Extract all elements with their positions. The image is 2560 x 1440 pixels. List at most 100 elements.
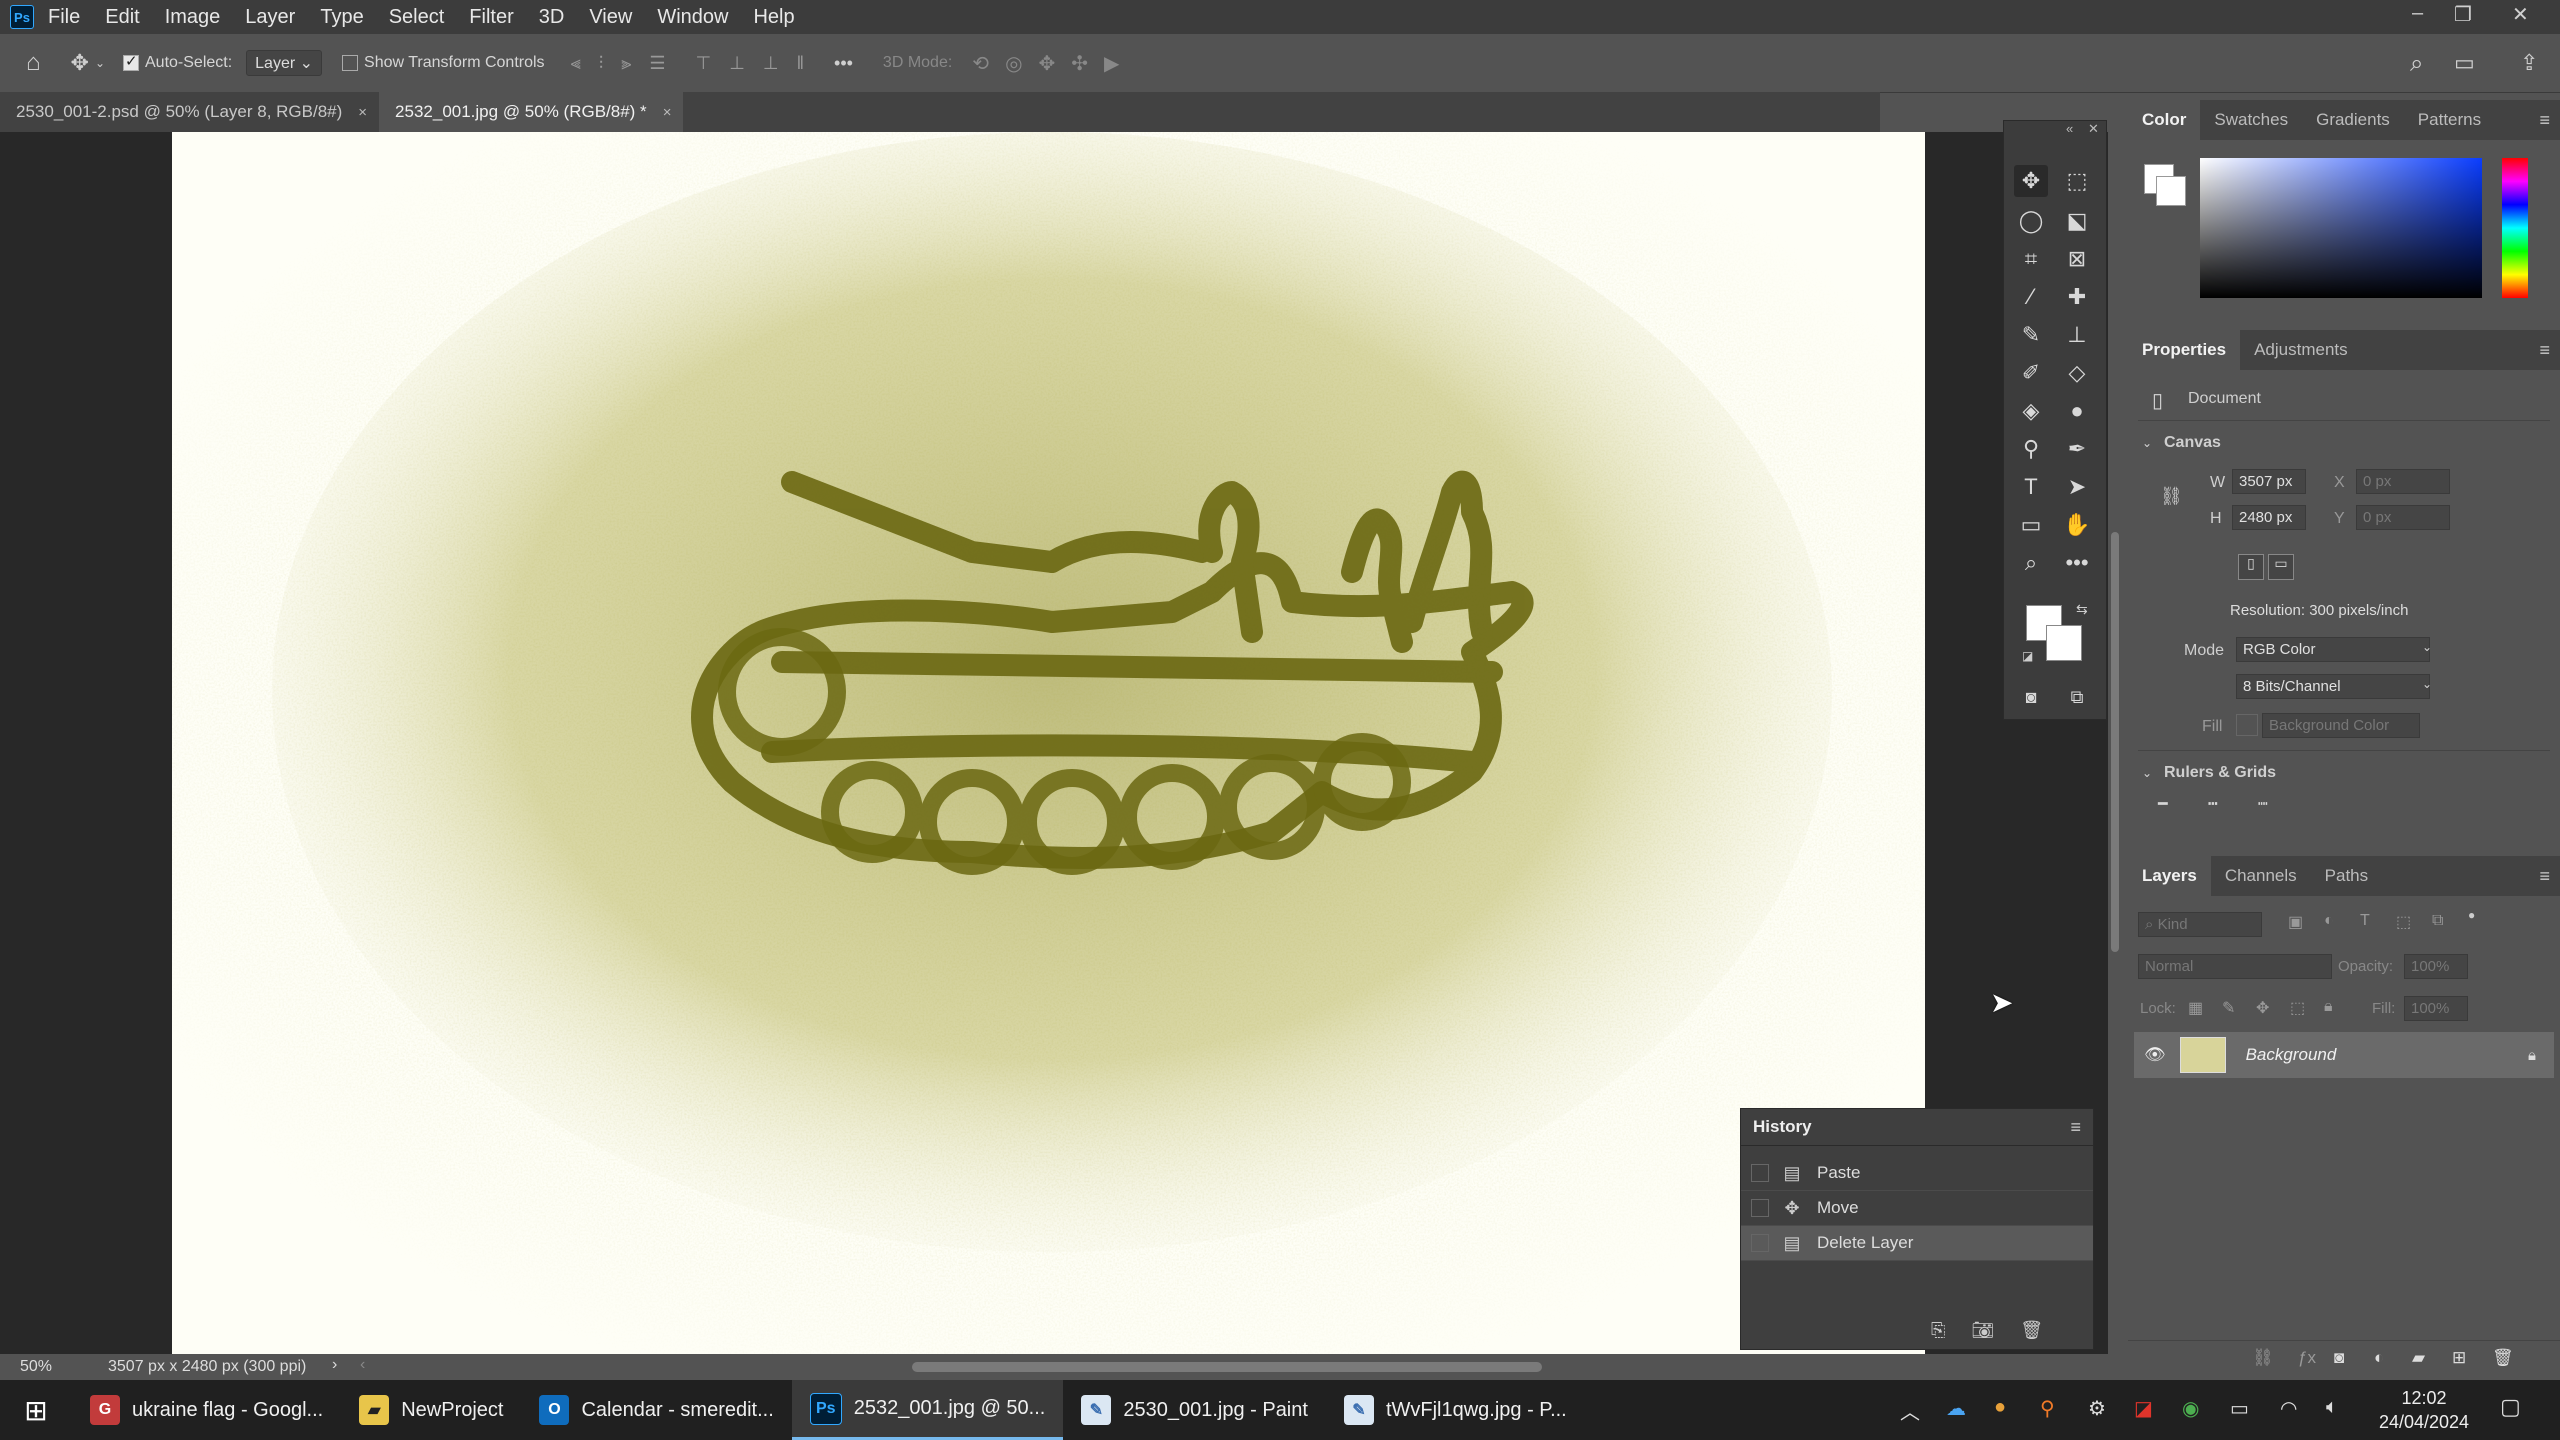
align-right-icon[interactable]: ⫸ xyxy=(621,53,631,74)
width-field[interactable]: 3507 px xyxy=(2232,469,2306,494)
ruler-icon[interactable]: ━ xyxy=(2158,794,2168,814)
wifi-icon[interactable]: ◠ xyxy=(2280,1396,2297,1421)
zoom-level[interactable]: 50% xyxy=(20,1358,52,1376)
menu-select[interactable]: Select xyxy=(389,6,445,29)
close-icon[interactable]: ✕ xyxy=(2088,121,2099,137)
settings-tray-icon[interactable]: ⚙ xyxy=(2088,1396,2106,1421)
menu-file[interactable]: File xyxy=(48,6,80,29)
menu-type[interactable]: Type xyxy=(320,6,363,29)
new-layer-icon[interactable]: ⊞ xyxy=(2452,1348,2466,1368)
new-document-from-state-icon[interactable]: ⎘ xyxy=(1931,1320,1945,1341)
paint-bucket-tool-icon[interactable]: ◈ xyxy=(2014,395,2048,427)
taskbar-item-folder[interactable]: ▰ NewProject xyxy=(341,1380,521,1440)
bit-depth-dropdown[interactable]: 8 Bits/Channel xyxy=(2236,674,2430,699)
layer-kind-filter[interactable]: ⌕ Kind xyxy=(2138,912,2262,937)
default-colors-icon[interactable]: ◪ xyxy=(2022,649,2033,663)
distribute-vertical-icon[interactable]: ‖ xyxy=(797,53,804,74)
crop-tool-icon[interactable]: ⌗ xyxy=(2014,243,2048,275)
screen-mode-icon[interactable]: ⧉ xyxy=(2060,681,2094,713)
link-layers-icon[interactable]: ⛓ xyxy=(2252,1348,2274,1368)
dodge-tool-icon[interactable]: ⚲ xyxy=(2014,433,2048,465)
snapshot-icon[interactable]: 📷︎ xyxy=(1971,1320,1994,1341)
taskbar-item-outlook[interactable]: O Calendar - smeredit... xyxy=(521,1380,791,1440)
acrobat-tray-icon[interactable]: ◪ xyxy=(2134,1396,2153,1421)
tab-2530-001-2-psd[interactable]: 2530_001-2.psd @ 50% (Layer 8, RGB/8#) × xyxy=(0,92,379,132)
background-color-swatch[interactable] xyxy=(2156,176,2186,206)
onedrive-icon[interactable]: ☁ xyxy=(1946,1396,1966,1421)
object-select-tool-icon[interactable]: ⬕ xyxy=(2060,205,2094,237)
snapshot-checkbox[interactable] xyxy=(1751,1199,1769,1217)
checkbox-checked-icon[interactable] xyxy=(123,52,139,71)
filter-toggle-icon[interactable]: ● xyxy=(2468,908,2475,922)
adjustment-layer-icon[interactable]: ◐ xyxy=(2374,1348,2384,1368)
background-color-swatch[interactable] xyxy=(2046,625,2082,661)
add-mask-icon[interactable]: ◙ xyxy=(2334,1348,2344,1368)
align-bottom-icon[interactable]: ⊥ xyxy=(763,53,779,74)
eraser-tool-icon[interactable]: ◇ xyxy=(2060,357,2094,389)
collapse-icon[interactable]: « xyxy=(2066,121,2073,136)
align-middle-icon[interactable]: ⊥ xyxy=(729,53,745,74)
healing-brush-tool-icon[interactable]: ✚ xyxy=(2060,281,2094,313)
close-icon[interactable]: × xyxy=(358,104,367,121)
chevron-down-icon[interactable]: ⌄ xyxy=(2142,766,2152,780)
close-button[interactable]: ✕ xyxy=(2512,2,2529,27)
chevron-up-icon[interactable]: ︿ xyxy=(1900,1396,1920,1425)
align-left-icon[interactable]: ⫷ xyxy=(571,53,581,74)
pan-3d-icon[interactable]: ✥ xyxy=(1039,51,1056,76)
history-item-delete-layer[interactable]: ▤ Delete Layer xyxy=(1741,1226,2093,1261)
delete-layer-icon[interactable]: 🗑︎ xyxy=(2492,1348,2514,1368)
taskbar-item-paint-1[interactable]: ✎ 2530_001.jpg - Paint xyxy=(1063,1380,1326,1440)
app-tray-icon[interactable]: ● xyxy=(1994,1396,2006,1419)
tab-adjustments[interactable]: Adjustments xyxy=(2240,330,2362,370)
landscape-orientation-icon[interactable]: ▭ xyxy=(2268,554,2294,580)
orbit-3d-icon[interactable]: ⟲ xyxy=(972,51,989,76)
marquee-tool-icon[interactable]: ⬚ xyxy=(2060,165,2094,197)
history-brush-tool-icon[interactable]: ✐ xyxy=(2014,357,2048,389)
scroll-left-icon[interactable]: ‹ xyxy=(360,1356,365,1374)
new-group-icon[interactable]: ▰ xyxy=(2412,1348,2425,1368)
chevron-down-icon[interactable]: ⌄ xyxy=(2422,640,2432,654)
eye-icon[interactable]: 👁︎ xyxy=(2144,1045,2166,1065)
mode-dropdown[interactable]: RGB Color xyxy=(2236,637,2430,662)
battery-icon[interactable]: ▭ xyxy=(2230,1396,2249,1421)
taskbar-item-photoshop[interactable]: Ps 2532_001.jpg @ 50... xyxy=(791,1380,1064,1440)
lock-artboard-icon[interactable]: ⬚ xyxy=(2290,998,2305,1018)
fill-field[interactable]: 100% xyxy=(2404,996,2468,1021)
tab-channels[interactable]: Channels xyxy=(2211,856,2311,896)
panel-menu-icon[interactable]: ≡ xyxy=(2070,1117,2081,1138)
menu-image[interactable]: Image xyxy=(165,6,221,29)
lock-image-icon[interactable]: ✎ xyxy=(2222,998,2235,1018)
y-field[interactable]: 0 px xyxy=(2356,505,2450,530)
notifications-icon[interactable]: ▢ xyxy=(2500,1394,2521,1420)
filter-type-icon[interactable]: T xyxy=(2360,912,2370,930)
menu-3d[interactable]: 3D xyxy=(539,6,565,29)
fx-icon[interactable]: ƒx xyxy=(2298,1348,2316,1368)
snapshot-checkbox[interactable] xyxy=(1751,1234,1769,1252)
show-transform-checkbox[interactable]: Show Transform Controls xyxy=(342,54,545,72)
auto-select-checkbox[interactable]: Auto-Select: xyxy=(123,52,232,72)
lasso-tool-icon[interactable]: ◯ xyxy=(2014,205,2048,237)
more-options-icon[interactable]: ••• xyxy=(834,53,853,74)
portrait-orientation-icon[interactable]: ▯ xyxy=(2238,554,2264,580)
search-icon[interactable]: ⌕ xyxy=(2410,50,2423,78)
chevron-down-icon[interactable]: ⌄ xyxy=(2422,677,2432,691)
taskbar-item-chrome[interactable]: G ukraine flag - Googl... xyxy=(72,1380,341,1440)
share-icon[interactable]: ⇪ xyxy=(2520,50,2538,76)
tab-swatches[interactable]: Swatches xyxy=(2200,100,2302,140)
clock-date[interactable]: 24/04/2024 xyxy=(2372,1412,2476,1433)
type-tool-icon[interactable]: T xyxy=(2014,471,2048,503)
search-tray-icon[interactable]: ⚲ xyxy=(2040,1396,2055,1421)
horizontal-scrollbar[interactable] xyxy=(912,1362,1542,1372)
filter-shape-icon[interactable]: ⬚ xyxy=(2396,912,2411,932)
opacity-field[interactable]: 100% xyxy=(2404,954,2468,979)
volume-icon[interactable]: 🔈︎ xyxy=(2326,1396,2338,1419)
history-item-move[interactable]: ✥ Move xyxy=(1741,1191,2093,1226)
menu-view[interactable]: View xyxy=(589,6,632,29)
color-picker-field[interactable] xyxy=(2200,158,2482,298)
zoom-tool-icon[interactable]: ⌕ xyxy=(2014,547,2048,579)
align-top-icon[interactable]: ⊤ xyxy=(696,53,712,74)
tab-gradients[interactable]: Gradients xyxy=(2302,100,2404,140)
filter-pixel-icon[interactable]: ▣ xyxy=(2288,912,2303,932)
tab-paths[interactable]: Paths xyxy=(2311,856,2382,896)
chevron-down-icon[interactable]: ⌄ xyxy=(2142,436,2152,450)
